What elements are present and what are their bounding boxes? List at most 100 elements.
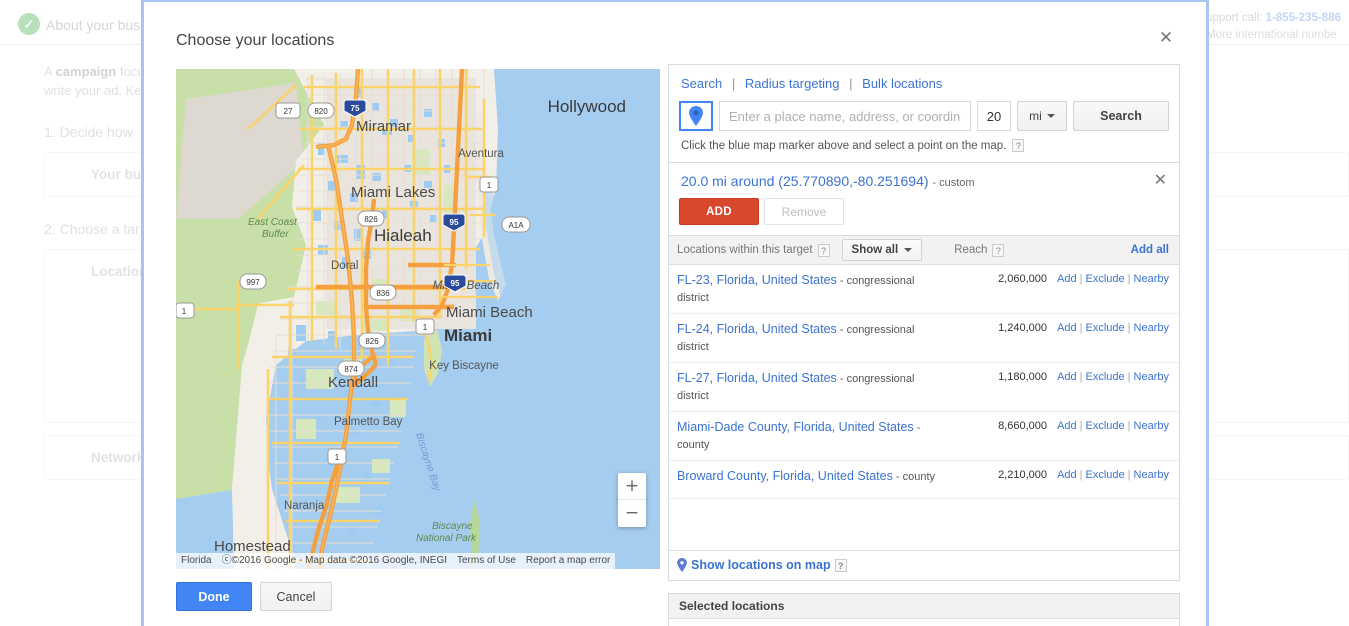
check-circle-icon: ✓ [18, 13, 40, 35]
location-link[interactable]: Broward County, Florida, United States [677, 469, 893, 483]
nearby-link[interactable]: Nearby [1134, 371, 1169, 383]
map-label-key-biscayne: Key Biscayne [429, 360, 499, 372]
location-link[interactable]: Miami-Dade County, Florida, United State… [677, 420, 914, 434]
action-separator: | [1079, 322, 1083, 334]
table-row: FL-27, Florida, United States - congress… [669, 363, 1179, 412]
map-label-miami-beach: Miami Beach [446, 304, 533, 321]
current-target-card: 20.0 mi around (25.770890,-80.251694) - … [668, 163, 1180, 236]
tab-bulk-locations[interactable]: Bulk locations [862, 76, 942, 91]
show-all-dropdown[interactable]: Show all [841, 239, 923, 261]
dialog-title: Choose your locations [176, 32, 335, 49]
tab-separator-1: | [731, 76, 736, 91]
show-all-label: Show all [851, 244, 899, 256]
help-icon[interactable]: ? [834, 558, 847, 572]
nearby-link[interactable]: Nearby [1134, 322, 1169, 334]
add-link[interactable]: Add [1057, 371, 1077, 383]
remove-target-icon[interactable]: ✕ [1154, 170, 1167, 189]
chevron-down-icon [1046, 114, 1055, 118]
svg-text:27: 27 [284, 107, 293, 116]
location-link[interactable]: FL-27, Florida, United States [677, 371, 837, 385]
selected-locations-header: Selected locations [669, 594, 1179, 619]
header-locations-label: Locations within this target [677, 244, 813, 256]
search-row: mi Search [679, 101, 1169, 131]
locations-rows: FL-23, Florida, United States - congress… [669, 265, 1179, 499]
nearby-link[interactable]: Nearby [1134, 420, 1169, 432]
action-separator: | [1079, 273, 1083, 285]
reach-value: 1,180,000 [998, 371, 1047, 383]
row-actions: Add | Exclude | Nearby [1047, 468, 1169, 481]
add-link[interactable]: Add [1057, 273, 1077, 285]
add-target-button[interactable]: ADD [679, 198, 759, 225]
exclude-link[interactable]: Exclude [1086, 273, 1125, 285]
svg-text:75: 75 [351, 104, 360, 113]
svg-text:1: 1 [182, 307, 187, 316]
location-map[interactable]: Hollywood Miramar Aventura Miami Lakes H… [176, 69, 660, 569]
header-locations-within-target: Locations within this target ? [677, 243, 830, 257]
svg-text:826: 826 [365, 337, 379, 346]
map-attribution-text: ⓒ©2016 Google - Map data ©2016 Google, I… [216, 553, 452, 569]
cancel-button[interactable]: Cancel [260, 582, 332, 611]
map-report-link[interactable]: Report a map error [520, 553, 616, 569]
header-reach: Reach ? [954, 243, 1005, 257]
svg-text:1: 1 [487, 181, 492, 190]
shield-state-820: 820 [307, 102, 335, 119]
svg-text:826: 826 [364, 215, 378, 224]
radius-input[interactable] [977, 101, 1011, 131]
row-actions: Add | Exclude | Nearby [1047, 272, 1169, 285]
help-icon[interactable]: ? [817, 243, 830, 257]
shield-state-997: 997 [239, 273, 267, 290]
target-label: 20.0 mi around (25.770890,-80.251694) - … [679, 171, 1169, 189]
nearby-link[interactable]: Nearby [1134, 469, 1169, 481]
add-link[interactable]: Add [1057, 322, 1077, 334]
shield-us-1-c: 1 [415, 318, 435, 335]
done-button[interactable]: Done [176, 582, 252, 611]
map-marker-icon [677, 558, 687, 572]
dialog-footer: Done Cancel [176, 582, 332, 611]
action-separator: | [1127, 322, 1131, 334]
svg-text:1: 1 [423, 323, 428, 332]
location-name-cell: Miami-Dade County, Florida, United State… [677, 419, 955, 453]
map-label-biscayne-np-2: National Park [416, 533, 477, 544]
location-name-cell: Broward County, Florida, United States -… [677, 468, 955, 485]
exclude-link[interactable]: Exclude [1086, 469, 1125, 481]
search-input[interactable] [719, 101, 971, 131]
support-international-link[interactable]: More international numbe [1206, 27, 1341, 44]
exclude-link[interactable]: Exclude [1086, 322, 1125, 334]
target-radius-text[interactable]: 20.0 mi around (25.770890,-80.251694) [681, 173, 929, 189]
unit-select[interactable]: mi [1017, 101, 1067, 131]
add-link[interactable]: Add [1057, 469, 1077, 481]
svg-text:95: 95 [451, 279, 460, 288]
map-zoom-controls[interactable]: + − [618, 473, 646, 527]
exclude-link[interactable]: Exclude [1086, 420, 1125, 432]
search-button[interactable]: Search [1073, 101, 1169, 131]
header-reach-label: Reach [954, 244, 988, 256]
map-label-east-coast: East Coast [248, 217, 298, 228]
svg-text:820: 820 [314, 107, 328, 116]
chevron-down-icon [904, 248, 913, 252]
support-phone: 1-855-235-886 [1265, 12, 1341, 24]
add-link[interactable]: Add [1057, 420, 1077, 432]
svg-text:874: 874 [344, 365, 358, 374]
help-icon[interactable]: ? [992, 243, 1005, 257]
nearby-link[interactable]: Nearby [1134, 273, 1169, 285]
map-label-doral: Doral [331, 260, 358, 272]
map-terms-link[interactable]: Terms of Use [452, 553, 521, 569]
map-marker-icon[interactable] [679, 101, 713, 131]
map-label-miami-lakes: Miami Lakes [351, 184, 435, 201]
tab-search[interactable]: Search [681, 76, 722, 91]
location-link[interactable]: FL-23, Florida, United States [677, 273, 837, 287]
tab-radius-targeting[interactable]: Radius targeting [745, 76, 840, 91]
help-icon[interactable]: ? [1012, 139, 1025, 152]
locations-table-header: Locations within this target ? Show all … [669, 236, 1179, 265]
target-buttons: ADD Remove [679, 198, 1169, 225]
zoom-in-button[interactable]: + [618, 473, 646, 500]
show-locations-on-map-link[interactable]: Show locations on map ? [669, 551, 1179, 580]
exclude-link[interactable]: Exclude [1086, 371, 1125, 383]
svg-text:836: 836 [376, 289, 390, 298]
add-all-link[interactable]: Add all [1131, 244, 1169, 256]
close-icon[interactable]: ✕ [1154, 26, 1178, 50]
shield-state-836: 836 [369, 284, 397, 301]
location-link[interactable]: FL-24, Florida, United States [677, 322, 837, 336]
zoom-out-button[interactable]: − [618, 500, 646, 527]
map-label-miami: Miami [444, 326, 492, 345]
